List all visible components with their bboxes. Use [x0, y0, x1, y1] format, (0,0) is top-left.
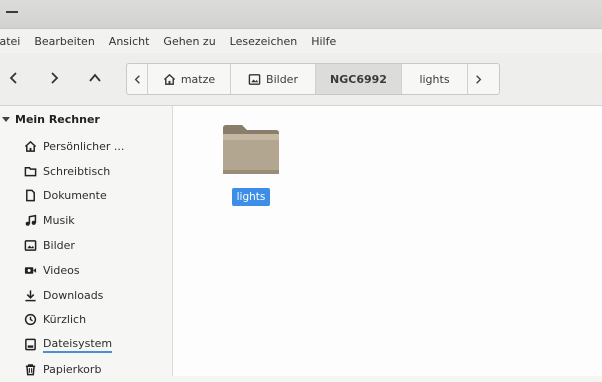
clock-icon	[24, 314, 37, 326]
breadcrumb-scroll-right[interactable]	[468, 64, 488, 94]
folder-item[interactable]: lights	[217, 120, 285, 206]
chevron-right-icon	[475, 74, 481, 84]
breadcrumb-home[interactable]: matze	[148, 64, 231, 94]
drive-icon	[25, 338, 36, 351]
sidebar-section-header[interactable]: Mein Rechner	[0, 110, 100, 128]
sidebar-item-music[interactable]: Musik	[24, 208, 124, 233]
back-button[interactable]	[2, 65, 26, 91]
forward-button[interactable]	[42, 65, 66, 91]
chevron-up-icon	[89, 73, 101, 82]
desktop-icon	[24, 166, 37, 177]
sidebar-item-trash[interactable]: Papierkorb	[24, 357, 124, 382]
download-icon	[25, 290, 36, 302]
sidebar-list: Persönlicher ... Schreibtisch Dokumente …	[24, 134, 124, 382]
breadcrumb-scroll-left[interactable]	[127, 64, 148, 94]
sidebar-item-label: Dokumente	[43, 189, 107, 203]
menu-help[interactable]: Hilfe	[304, 35, 343, 48]
sidebar-item-label: Dateisystem	[43, 337, 113, 353]
menu-go[interactable]: Gehen zu	[156, 35, 222, 48]
up-button[interactable]	[83, 65, 107, 91]
pictures-icon	[248, 73, 261, 85]
window-titlebar	[0, 0, 602, 29]
sidebar-item-label: Kürzlich	[43, 313, 87, 327]
sidebar-item-label: Downloads	[43, 288, 104, 302]
sidebar-item-downloads[interactable]: Downloads	[24, 283, 124, 308]
expand-triangle-icon	[2, 116, 10, 122]
minimize-icon[interactable]	[6, 11, 18, 13]
sidebar-item-label: Schreibtisch	[43, 164, 111, 178]
home-icon	[24, 140, 37, 152]
sidebar-item-documents[interactable]: Dokumente	[24, 184, 124, 209]
chevron-right-icon	[51, 72, 59, 84]
breadcrumb-label: Bilder	[266, 72, 298, 86]
breadcrumb: matze Bilder NGC6992 lights	[126, 63, 500, 95]
sidebar-item-label: Musik	[43, 214, 75, 228]
pictures-icon	[24, 240, 37, 251]
sidebar-item-pictures[interactable]: Bilder	[24, 233, 124, 258]
sidebar-item-label: Bilder	[43, 239, 75, 253]
breadcrumb-pictures[interactable]: Bilder	[231, 64, 316, 94]
menu-file[interactable]: Datei	[0, 35, 27, 48]
sidebar-item-label: Papierkorb	[43, 363, 102, 377]
home-icon	[163, 73, 175, 85]
chevron-left-icon	[9, 72, 17, 84]
menu-edit[interactable]: Bearbeiten	[27, 35, 101, 48]
video-icon	[24, 267, 37, 274]
file-view[interactable]: lights	[173, 106, 602, 376]
breadcrumb-label: NGC6992	[330, 72, 387, 86]
folder-icon	[223, 125, 279, 174]
sidebar-item-desktop[interactable]: Schreibtisch	[24, 159, 124, 184]
sidebar-item-label: Videos	[43, 263, 80, 277]
menu-bookmarks[interactable]: Lesezeichen	[223, 35, 305, 48]
menu-view[interactable]: Ansicht	[102, 35, 157, 48]
music-icon	[25, 215, 37, 227]
menubar: Datei Bearbeiten Ansicht Gehen zu Leseze…	[0, 29, 602, 53]
document-icon	[26, 190, 35, 202]
sidebar-item-recent[interactable]: Kürzlich	[24, 308, 124, 333]
breadcrumb-label: lights	[419, 72, 450, 86]
sidebar-item-label: Persönlicher ...	[43, 139, 125, 153]
sidebar-header-label: Mein Rechner	[15, 112, 100, 126]
sidebar-item-videos[interactable]: Videos	[24, 258, 124, 283]
trash-icon	[25, 364, 36, 376]
sidebar-item-filesystem[interactable]: Dateisystem	[24, 332, 124, 357]
breadcrumb-ngc6992[interactable]: NGC6992	[316, 64, 402, 94]
folder-name-label: lights	[231, 188, 271, 206]
sidebar: Mein Rechner Persönlicher ... Schreibtis…	[0, 106, 173, 376]
chevron-left-icon	[134, 74, 140, 84]
sidebar-item-home[interactable]: Persönlicher ...	[24, 134, 124, 159]
toolbar: matze Bilder NGC6992 lights	[0, 53, 602, 106]
breadcrumb-label: matze	[180, 72, 216, 86]
breadcrumb-lights[interactable]: lights	[402, 64, 468, 94]
